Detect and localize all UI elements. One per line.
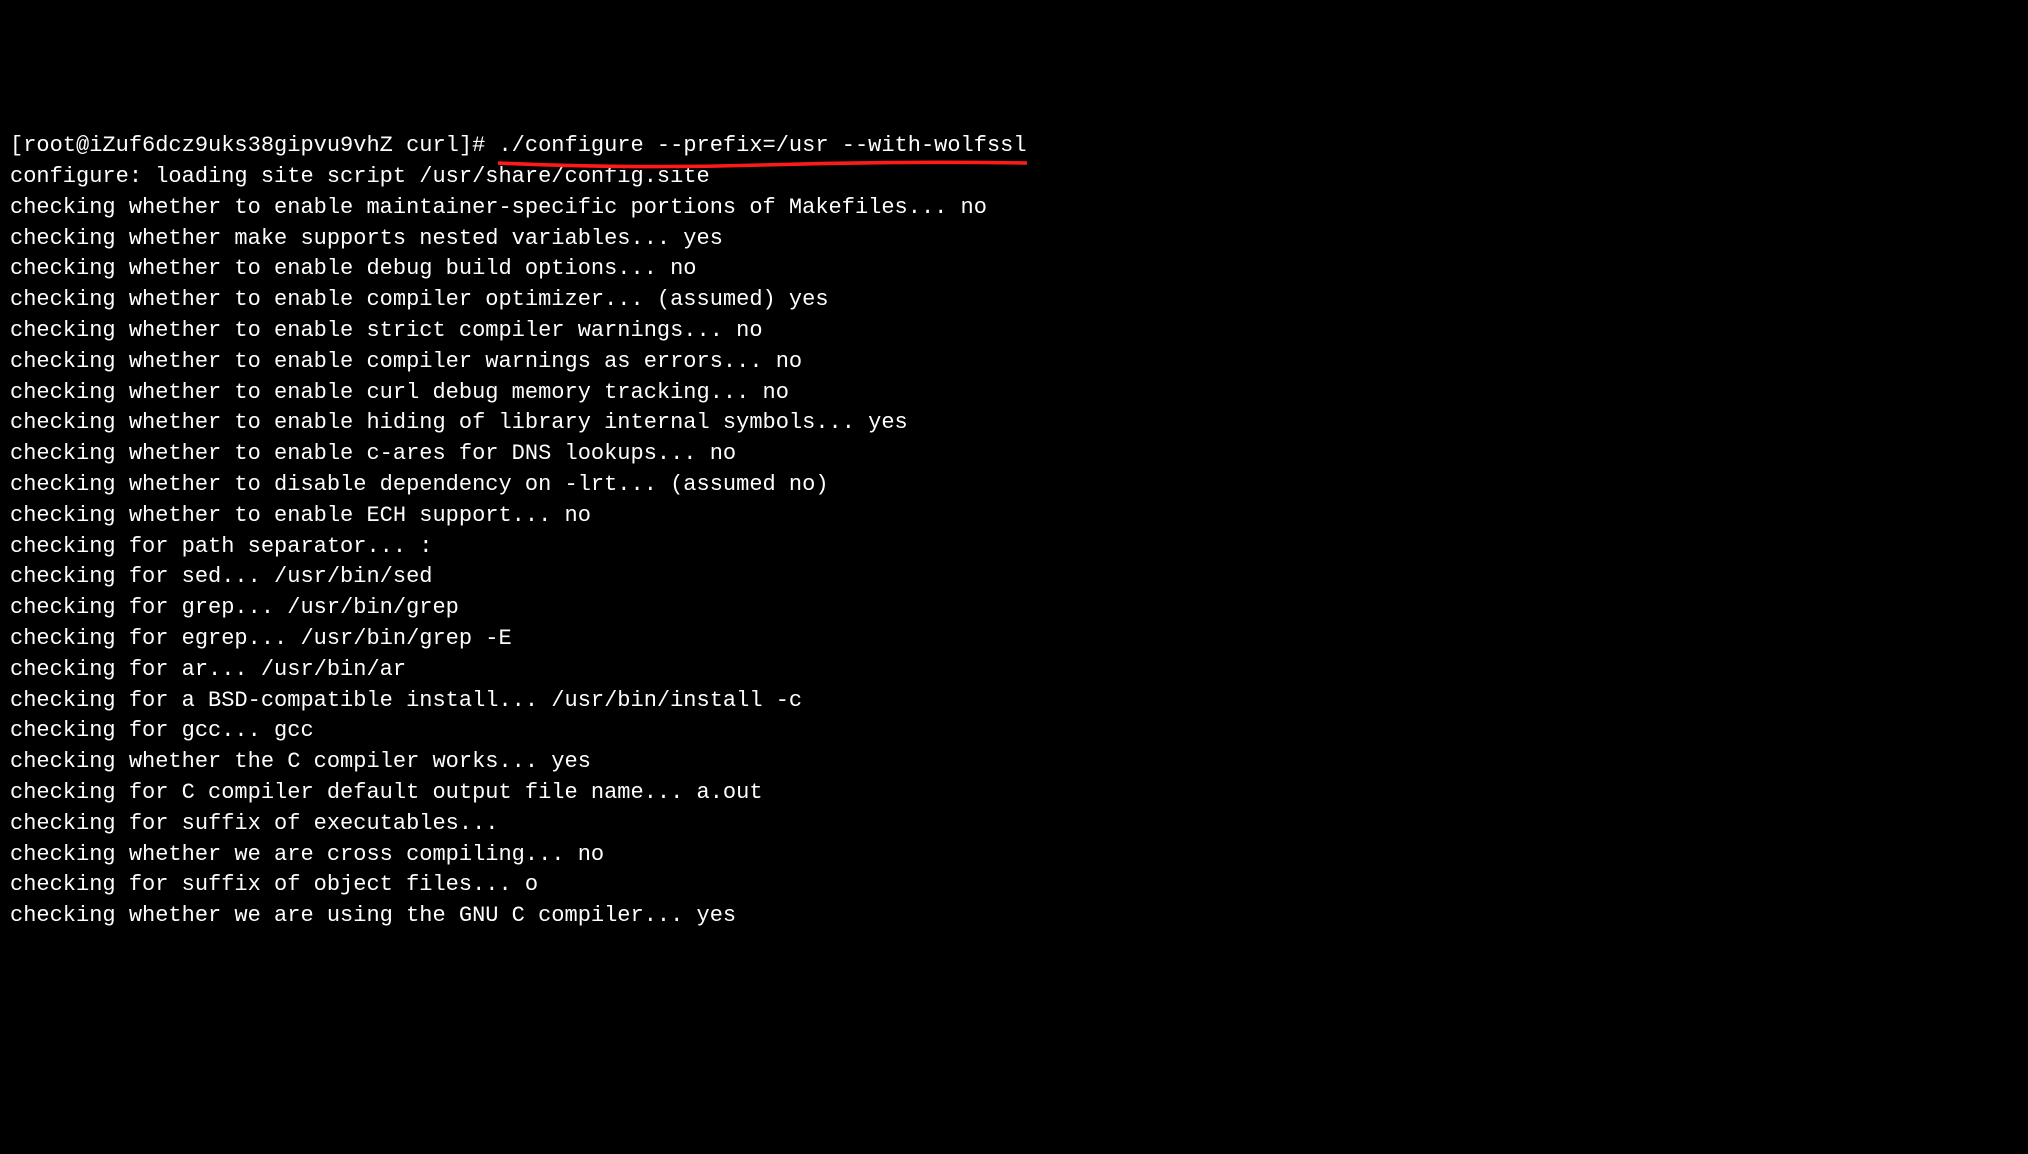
terminal-output-line: checking for path separator... :	[10, 532, 2018, 563]
terminal-output-line: checking whether to enable curl debug me…	[10, 378, 2018, 409]
terminal-output-line: checking for a BSD-compatible install...…	[10, 686, 2018, 717]
terminal-output-line: checking for grep... /usr/bin/grep	[10, 593, 2018, 624]
terminal-output: configure: loading site script /usr/shar…	[10, 162, 2018, 932]
shell-command: ./configure --prefix=/usr --with-wolfssl	[498, 131, 1026, 162]
shell-command-text: ./configure --prefix=/usr --with-wolfssl	[498, 133, 1026, 158]
terminal-output-line: checking whether to enable compiler warn…	[10, 347, 2018, 378]
terminal-output-line: checking whether we are cross compiling.…	[10, 840, 2018, 871]
terminal-output-line: checking whether to enable debug build o…	[10, 254, 2018, 285]
terminal-output-line: checking whether to enable ECH support..…	[10, 501, 2018, 532]
terminal-output-line: checking whether make supports nested va…	[10, 224, 2018, 255]
terminal-output-line: checking whether to enable maintainer-sp…	[10, 193, 2018, 224]
terminal-output-line: checking for ar... /usr/bin/ar	[10, 655, 2018, 686]
terminal-output-line: checking for egrep... /usr/bin/grep -E	[10, 624, 2018, 655]
terminal-output-line: checking whether to disable dependency o…	[10, 470, 2018, 501]
terminal-output-line: checking for suffix of executables...	[10, 809, 2018, 840]
shell-prompt: [root@iZuf6dcz9uks38gipvu9vhZ curl]#	[10, 133, 498, 158]
terminal-output-line: checking for C compiler default output f…	[10, 778, 2018, 809]
terminal-output-line: checking for suffix of object files... o	[10, 870, 2018, 901]
terminal-output-line: checking whether to enable compiler opti…	[10, 285, 2018, 316]
terminal-output-line: checking whether to enable hiding of lib…	[10, 408, 2018, 439]
terminal-output-line: checking for sed... /usr/bin/sed	[10, 562, 2018, 593]
shell-prompt-line: [root@iZuf6dcz9uks38gipvu9vhZ curl]# ./c…	[10, 131, 2018, 162]
terminal-output-line: checking whether to enable c-ares for DN…	[10, 439, 2018, 470]
terminal-output-line: configure: loading site script /usr/shar…	[10, 162, 2018, 193]
terminal-output-line: checking whether we are using the GNU C …	[10, 901, 2018, 932]
terminal-output-line: checking whether the C compiler works...…	[10, 747, 2018, 778]
terminal-output-line: checking whether to enable strict compil…	[10, 316, 2018, 347]
terminal-output-line: checking for gcc... gcc	[10, 716, 2018, 747]
terminal[interactable]: [root@iZuf6dcz9uks38gipvu9vhZ curl]# ./c…	[10, 131, 2018, 932]
